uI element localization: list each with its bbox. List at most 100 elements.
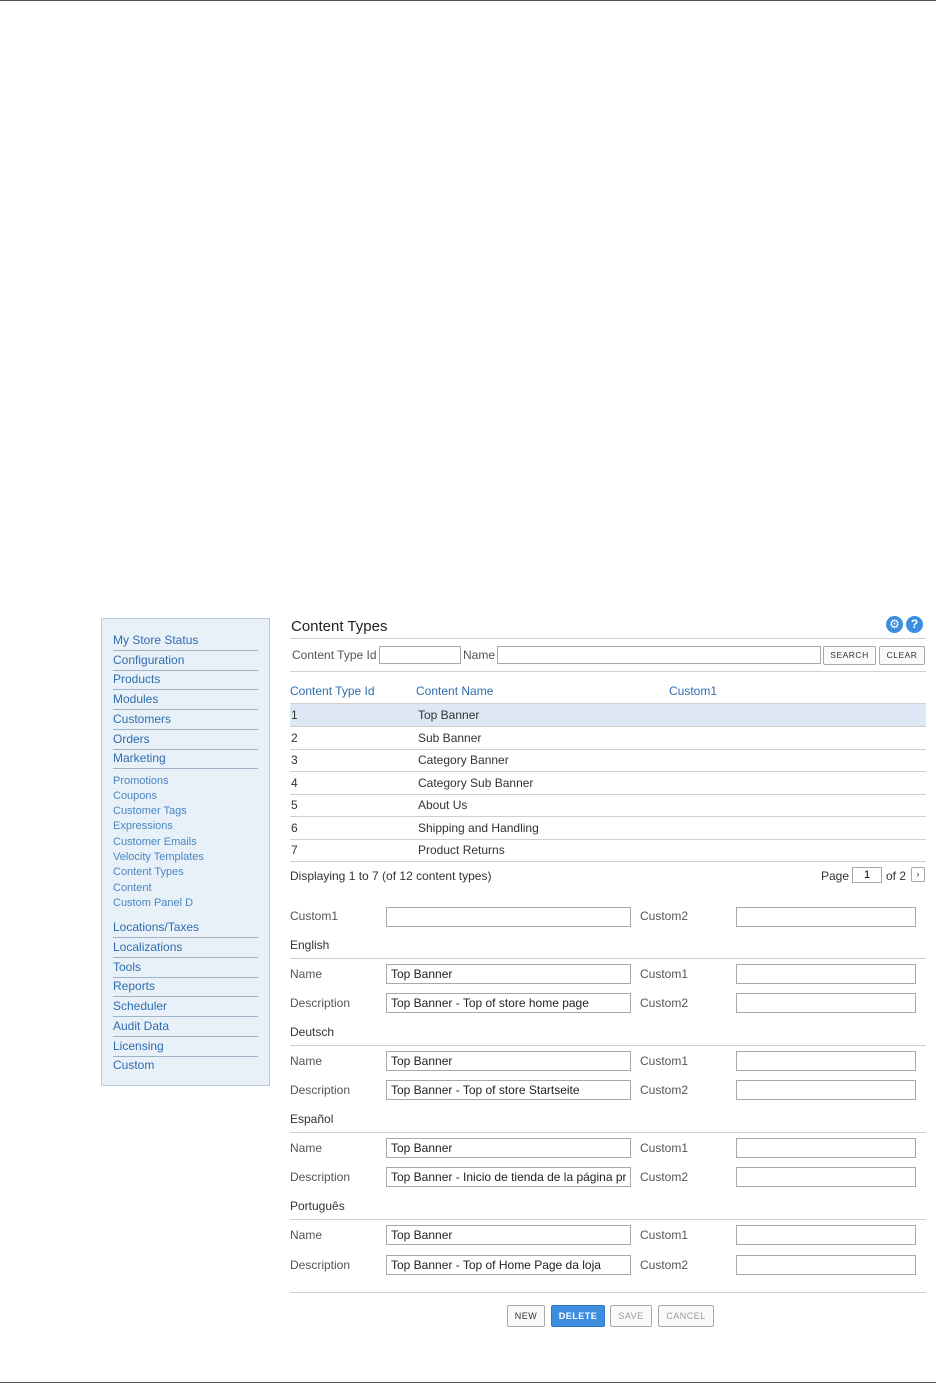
table-row[interactable]: 4 Category Sub Banner [290, 772, 926, 795]
sidebar-item-reports[interactable]: Reports [113, 976, 258, 997]
espanol-custom2-input[interactable] [736, 1167, 916, 1187]
delete-button[interactable]: DELETE [551, 1305, 605, 1327]
name-search-input[interactable] [497, 646, 821, 664]
table-row[interactable]: 5 About Us [290, 794, 926, 817]
new-button[interactable]: NEW [507, 1305, 545, 1327]
pagination-info: Displaying 1 to 7 (of 12 content types) [290, 869, 492, 883]
page-top-rule [0, 0, 936, 1]
section-divider [290, 1219, 926, 1220]
sidebar-item-licensing[interactable]: Licensing [113, 1036, 258, 1057]
page-of-label: of 2 [886, 869, 907, 883]
custom1-label: Custom1 [290, 909, 339, 923]
custom1-label: Custom1 [640, 1228, 689, 1242]
section-divider [290, 958, 926, 959]
table-row[interactable]: 1 Top Banner [290, 704, 926, 727]
custom2-label: Custom2 [640, 1258, 689, 1272]
portugues-custom1-input[interactable] [736, 1225, 916, 1245]
espanol-name-input[interactable] [386, 1138, 631, 1158]
english-name-input[interactable] [386, 964, 631, 984]
section-divider [290, 1045, 926, 1046]
clear-button[interactable]: CLEAR [879, 646, 925, 665]
sidebar-item-products[interactable]: Products [113, 669, 258, 690]
deutsch-name-input[interactable] [386, 1051, 631, 1071]
language-heading-espanol: Español [290, 1112, 334, 1126]
content-type-id-input[interactable] [379, 646, 461, 664]
next-page-button[interactable]: › [911, 867, 925, 882]
sidebar-subitem-customer-emails[interactable]: Customer Emails [113, 835, 258, 850]
custom1-label: Custom1 [640, 1141, 689, 1155]
cell-name: Shipping and Handling [418, 821, 539, 835]
content-type-id-label: Content Type Id [292, 648, 377, 662]
sidebar-subitem-content[interactable]: Content [113, 881, 258, 896]
gear-icon[interactable]: ⚙ [886, 616, 903, 633]
sidebar-subitem-velocity-templates[interactable]: Velocity Templates [113, 850, 258, 865]
sidebar-item-my-store-status[interactable]: My Store Status [113, 630, 258, 651]
sidebar-subitem-content-types[interactable]: Content Types [113, 865, 258, 880]
description-field-label: Description [290, 996, 351, 1010]
language-heading-deutsch: Deutsch [290, 1025, 335, 1039]
cancel-button[interactable]: CANCEL [658, 1305, 714, 1327]
table-row[interactable]: 6 Shipping and Handling [290, 817, 926, 840]
sidebar-item-scheduler[interactable]: Scheduler [113, 996, 258, 1017]
espanol-custom1-input[interactable] [736, 1138, 916, 1158]
sidebar-item-configuration[interactable]: Configuration [113, 650, 258, 671]
description-field-label: Description [290, 1170, 351, 1184]
form-bottom-divider [290, 1292, 926, 1293]
sidebar-item-orders[interactable]: Orders [113, 729, 258, 750]
sidebar-item-modules[interactable]: Modules [113, 689, 258, 710]
sidebar-item-customers[interactable]: Customers [113, 709, 258, 730]
sidebar-item-localizations[interactable]: Localizations [113, 937, 258, 958]
cell-name: Sub Banner [418, 731, 482, 745]
table-row[interactable]: 7 Product Returns [290, 839, 926, 862]
deutsch-custom1-input[interactable] [736, 1051, 916, 1071]
language-heading-english: English [290, 938, 330, 952]
portugues-description-input[interactable] [386, 1255, 631, 1275]
cell-id: 1 [291, 708, 298, 722]
description-field-label: Description [290, 1258, 351, 1272]
english-description-input[interactable] [386, 993, 631, 1013]
search-button[interactable]: SEARCH [823, 646, 876, 665]
name-field-label: Name [290, 1141, 323, 1155]
custom2-input[interactable] [736, 907, 916, 927]
custom2-label: Custom2 [640, 1083, 689, 1097]
sidebar-item-marketing[interactable]: Marketing [113, 748, 258, 769]
sidebar-nav: My Store Status Configuration Products M… [101, 618, 270, 1086]
sidebar-subitem-custom-panel-d[interactable]: Custom Panel D [113, 896, 258, 911]
cell-name: About Us [418, 798, 468, 812]
sidebar-item-custom[interactable]: Custom [113, 1055, 258, 1075]
custom1-label: Custom1 [640, 1054, 689, 1068]
cell-name: Category Sub Banner [418, 776, 534, 790]
save-button[interactable]: SAVE [610, 1305, 652, 1327]
sidebar-item-locations-taxes[interactable]: Locations/Taxes [113, 917, 258, 938]
column-header-custom1[interactable]: Custom1 [669, 684, 717, 698]
table-row[interactable]: 2 Sub Banner [290, 727, 926, 750]
column-header-id[interactable]: Content Type Id [290, 684, 375, 698]
table-row[interactable]: 3 Category Banner [290, 749, 926, 772]
english-custom1-input[interactable] [736, 964, 916, 984]
portugues-custom2-input[interactable] [736, 1255, 916, 1275]
name-field-label: Name [290, 1228, 323, 1242]
portugues-name-input[interactable] [386, 1225, 631, 1245]
sidebar-item-audit-data[interactable]: Audit Data [113, 1016, 258, 1037]
sidebar-subitem-coupons[interactable]: Coupons [113, 789, 258, 804]
espanol-description-input[interactable] [386, 1167, 631, 1187]
english-custom2-input[interactable] [736, 993, 916, 1013]
sidebar-item-tools[interactable]: Tools [113, 957, 258, 978]
page-number-input[interactable] [852, 867, 882, 883]
description-field-label: Description [290, 1083, 351, 1097]
language-heading-portugues: Português [290, 1199, 345, 1213]
sidebar-subitem-customer-tags[interactable]: Customer Tags [113, 804, 258, 819]
cell-id: 7 [291, 843, 298, 857]
help-icon[interactable]: ? [906, 616, 923, 633]
deutsch-description-input[interactable] [386, 1080, 631, 1100]
custom1-label: Custom1 [640, 967, 689, 981]
custom1-input[interactable] [386, 907, 631, 927]
page-title: Content Types [291, 618, 388, 635]
column-header-name[interactable]: Content Name [416, 684, 493, 698]
sidebar-subitem-expressions[interactable]: Expressions [113, 819, 258, 834]
sidebar-subitem-promotions[interactable]: Promotions [113, 774, 258, 789]
name-field-label: Name [290, 1054, 323, 1068]
cell-id: 2 [291, 731, 298, 745]
section-divider [290, 1132, 926, 1133]
deutsch-custom2-input[interactable] [736, 1080, 916, 1100]
